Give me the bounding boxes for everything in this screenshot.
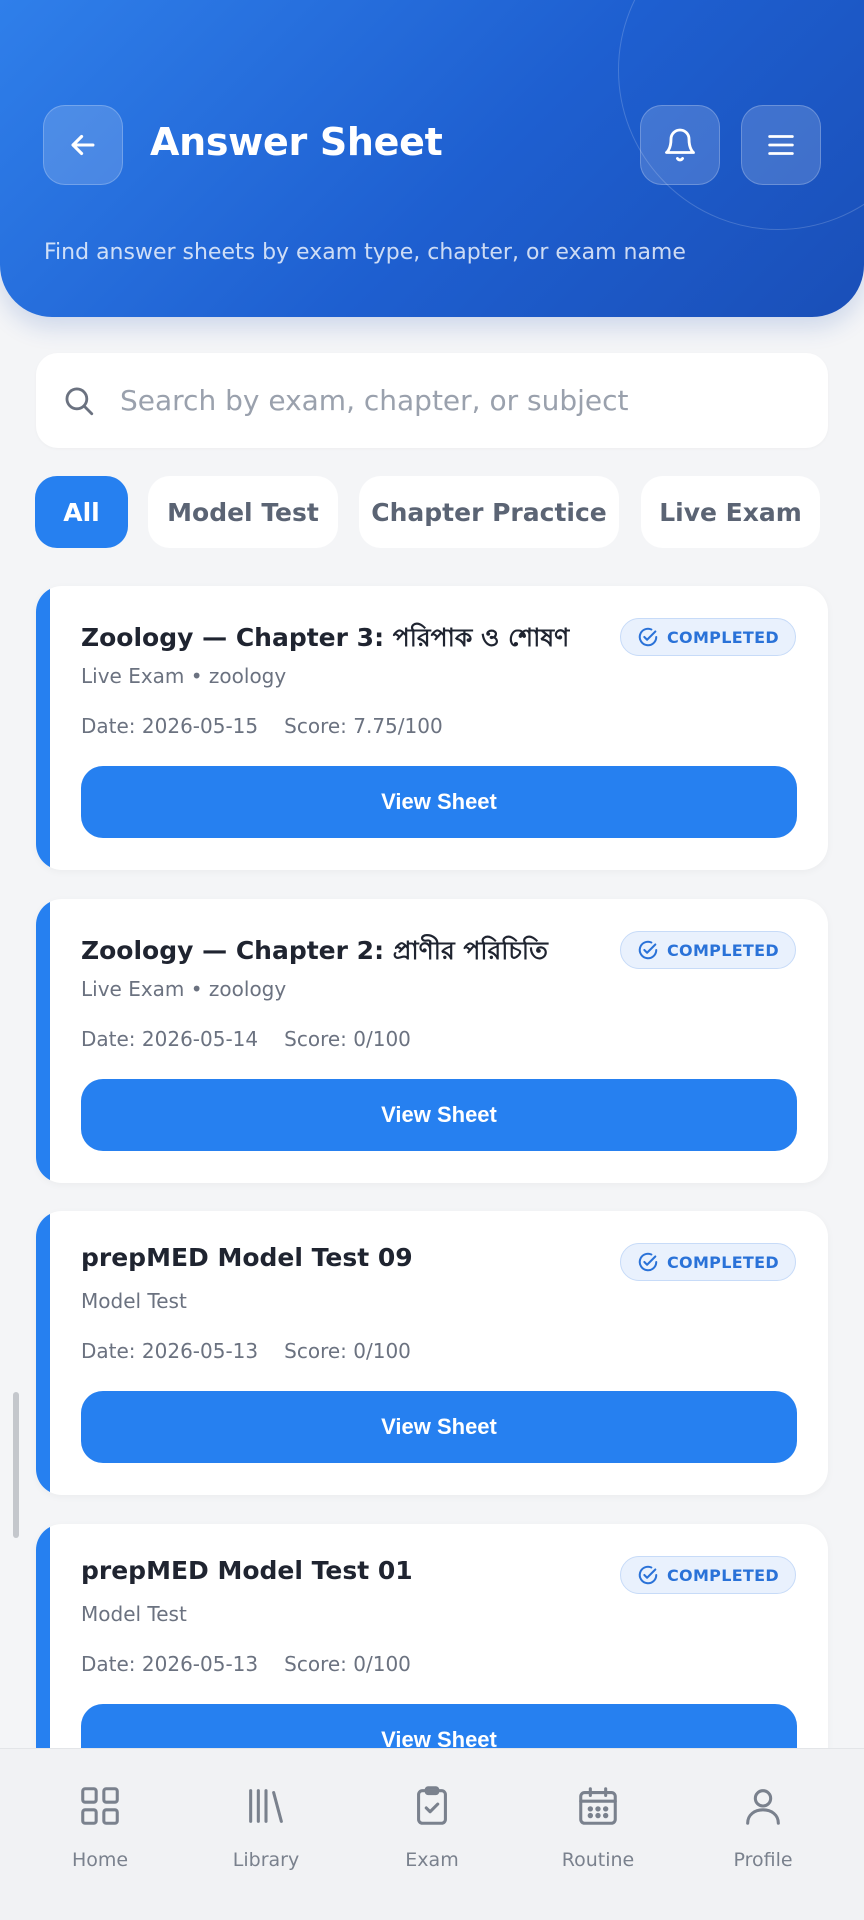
card-date: Date: 2026-05-13	[81, 1339, 259, 1363]
card-title: Zoology — Chapter 2: প্রাণীর পরিচিতি	[81, 936, 548, 965]
card-score: Score: 7.75/100	[284, 714, 443, 738]
card-stats: Date: 2026-05-13 Score: 0/100	[81, 1339, 411, 1363]
view-sheet-button[interactable]: View Sheet	[81, 1391, 797, 1463]
hamburger-menu-icon	[768, 135, 794, 155]
filter-chip-live-exam[interactable]: Live Exam	[641, 476, 820, 548]
card-accent-stripe	[36, 1211, 50, 1495]
view-sheet-button[interactable]: View Sheet	[81, 766, 797, 838]
filter-chip-all[interactable]: All	[35, 476, 128, 548]
books-icon	[249, 1789, 283, 1823]
card-title: prepMED Model Test 01	[81, 1556, 413, 1585]
nav-item-exam[interactable]: Exam	[357, 1783, 507, 1893]
status-text: COMPLETED	[667, 1252, 779, 1272]
app-header: Answer Sheet Find answer sheets by exam …	[0, 0, 864, 317]
status-text: COMPLETED	[667, 627, 779, 647]
card-stats: Date: 2026-05-14 Score: 0/100	[81, 1027, 411, 1051]
status-text: COMPLETED	[667, 940, 779, 960]
answer-sheet-card: prepMED Model Test 09 COMPLETED Model Te…	[36, 1211, 828, 1495]
status-badge: COMPLETED	[620, 931, 796, 969]
status-text: COMPLETED	[667, 1565, 779, 1585]
card-meta: Model Test	[81, 1602, 187, 1626]
card-date: Date: 2026-05-15	[81, 714, 259, 738]
answer-sheet-card: Zoology — Chapter 3: পরিপাক ও শোষণ COMPL…	[36, 586, 828, 870]
check-circle-icon	[638, 1252, 658, 1272]
scrollbar-thumb[interactable]	[13, 1392, 19, 1538]
clipboard-check-icon	[417, 1786, 447, 1825]
nav-item-library[interactable]: Library	[191, 1783, 341, 1893]
check-circle-icon	[638, 627, 658, 647]
card-date: Date: 2026-05-14	[81, 1027, 259, 1051]
search-icon	[65, 387, 94, 415]
filter-chip-chapter-practice[interactable]: Chapter Practice	[359, 476, 619, 548]
card-meta: Model Test	[81, 1289, 187, 1313]
card-stats: Date: 2026-05-13 Score: 0/100	[81, 1652, 411, 1676]
check-circle-icon	[638, 1565, 658, 1585]
card-meta: Live Exam • zoology	[81, 977, 287, 1001]
nav-label: Profile	[733, 1849, 793, 1871]
page-title: Answer Sheet	[150, 120, 443, 164]
page-subtitle: Find answer sheets by exam type, chapter…	[44, 240, 686, 265]
search-bar[interactable]	[36, 353, 828, 448]
notifications-button[interactable]	[640, 105, 720, 185]
arrow-left-icon	[71, 134, 95, 156]
status-badge: COMPLETED	[620, 618, 796, 656]
card-score: Score: 0/100	[284, 1652, 411, 1676]
card-score: Score: 0/100	[284, 1339, 411, 1363]
answer-sheet-card: Zoology — Chapter 2: প্রাণীর পরিচিতি COM…	[36, 899, 828, 1183]
status-badge: COMPLETED	[620, 1556, 796, 1594]
back-button[interactable]	[43, 105, 123, 185]
card-stats: Date: 2026-05-15 Score: 7.75/100	[81, 714, 443, 738]
card-date: Date: 2026-05-13	[81, 1652, 259, 1676]
nav-item-profile[interactable]: Profile	[688, 1783, 838, 1893]
nav-item-home[interactable]: Home	[25, 1783, 175, 1893]
view-sheet-button[interactable]: View Sheet	[81, 1079, 797, 1151]
nav-label: Home	[71, 1849, 129, 1871]
search-input[interactable]	[120, 384, 760, 417]
menu-button[interactable]	[741, 105, 821, 185]
card-score: Score: 0/100	[284, 1027, 411, 1051]
nav-label: Routine	[561, 1849, 635, 1871]
user-icon	[746, 1789, 780, 1825]
calendar-icon	[579, 1787, 617, 1825]
bottom-navigation: Home Library Exam Routine Profile	[0, 1748, 864, 1920]
card-accent-stripe	[36, 899, 50, 1183]
card-accent-stripe	[36, 586, 50, 870]
nav-label: Library	[232, 1849, 300, 1871]
card-title: Zoology — Chapter 3: পরিপাক ও শোষণ	[81, 623, 570, 652]
grid-icon	[81, 1787, 119, 1825]
card-meta: Live Exam • zoology	[81, 664, 287, 688]
nav-item-routine[interactable]: Routine	[523, 1783, 673, 1893]
bell-icon	[665, 128, 695, 162]
check-circle-icon	[638, 940, 658, 960]
filter-chip-model-test[interactable]: Model Test	[148, 476, 338, 548]
nav-label: Exam	[405, 1849, 459, 1871]
status-badge: COMPLETED	[620, 1243, 796, 1281]
card-title: prepMED Model Test 09	[81, 1243, 413, 1272]
